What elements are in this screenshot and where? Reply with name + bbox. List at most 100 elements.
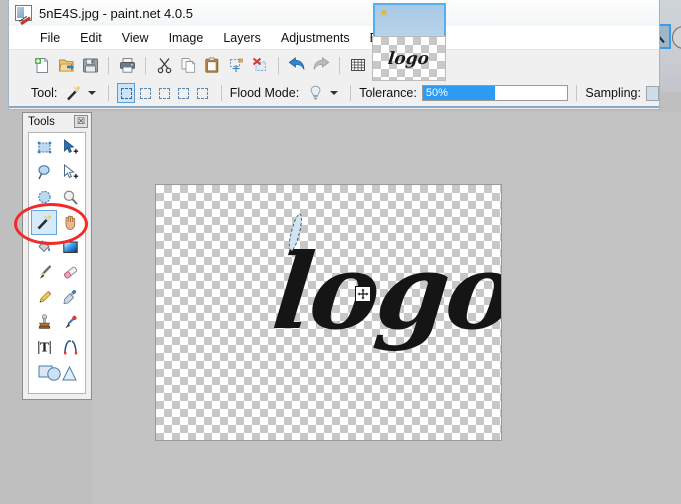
open-file-icon xyxy=(58,57,75,74)
options-separator xyxy=(576,85,577,101)
ellipse-select-icon xyxy=(36,189,53,206)
crop-icon xyxy=(228,57,245,74)
menu-layers[interactable]: Layers xyxy=(214,29,270,47)
flood-mode-button[interactable] xyxy=(304,82,326,104)
star-icon: ★ xyxy=(379,8,389,19)
window-title: 5nE4S.jpg - paint.net 4.0.5 xyxy=(39,6,193,21)
menu-adjustments[interactable]: Adjustments xyxy=(272,29,359,47)
tool-recolor[interactable] xyxy=(57,310,83,335)
print-icon xyxy=(119,57,136,74)
tool-clone-stamp[interactable] xyxy=(31,310,57,335)
close-icon[interactable]: ☒ xyxy=(74,115,88,128)
save-file-icon xyxy=(82,57,99,74)
zoom-magnifier-icon xyxy=(62,189,79,206)
tool-magic-wand[interactable] xyxy=(31,210,57,235)
text-tool-icon: T xyxy=(36,339,53,356)
tools-panel-titlebar: Tools ☒ xyxy=(23,113,91,130)
undo-icon xyxy=(288,57,306,74)
menu-image[interactable]: Image xyxy=(160,29,213,47)
deselect-icon xyxy=(252,57,269,74)
options-separator xyxy=(108,85,109,101)
tool-line-curve[interactable] xyxy=(57,335,83,360)
tool-move-selected[interactable] xyxy=(57,135,83,160)
tool-gradient[interactable] xyxy=(57,235,83,260)
paintnet-window: 5nE4S.jpg - paint.net 4.0.5 File Edit Vi… xyxy=(8,0,660,110)
open-file-button[interactable] xyxy=(55,54,77,76)
new-file-icon xyxy=(34,57,51,74)
tools-panel: Tools ☒ xyxy=(22,112,92,400)
flood-mode-dropdown-arrow[interactable] xyxy=(330,91,338,95)
hand-pan-icon xyxy=(62,214,79,231)
new-file-button[interactable] xyxy=(31,54,53,76)
tool-color-picker[interactable] xyxy=(57,285,83,310)
tolerance-label: Tolerance: xyxy=(359,86,417,100)
tolerance-slider[interactable]: 50% xyxy=(422,85,568,101)
screen-root: 5nE4S.jpg - paint.net 4.0.5 File Edit Vi… xyxy=(0,0,681,504)
tool-paint-bucket[interactable] xyxy=(31,235,57,260)
selection-mode-intersect[interactable] xyxy=(194,83,211,103)
logo-artwork: logo xyxy=(269,240,502,344)
tool-zoom[interactable] xyxy=(57,185,83,210)
thumbnail-image[interactable]: logo xyxy=(372,36,446,81)
tool-eraser[interactable] xyxy=(57,260,83,285)
lasso-select-icon xyxy=(36,164,53,181)
color-picker-icon xyxy=(62,289,79,306)
print-button[interactable] xyxy=(116,54,138,76)
sampling-mode-button[interactable] xyxy=(646,86,659,101)
move-selected-icon xyxy=(62,139,79,156)
selection-mode-exclude[interactable] xyxy=(156,83,173,103)
paste-button[interactable] xyxy=(201,54,223,76)
menu-file[interactable]: File xyxy=(31,29,69,47)
tool-options-bar: Tool: Flood Mode: xyxy=(9,80,659,108)
toolbar-separator xyxy=(108,57,109,74)
tool-ellipse-select[interactable] xyxy=(31,185,57,210)
current-tool-button[interactable] xyxy=(62,82,84,104)
selection-mode-replace[interactable] xyxy=(117,83,134,103)
canvas-area[interactable]: logo xyxy=(92,112,681,504)
crop-to-selection-button[interactable] xyxy=(225,54,247,76)
move-cursor-icon xyxy=(357,288,369,300)
sampling-label: Sampling: xyxy=(585,86,641,100)
recolor-icon xyxy=(62,314,79,331)
main-toolbar xyxy=(9,50,659,80)
flood-mode-label: Flood Mode: xyxy=(230,86,299,100)
tool-dropdown-arrow[interactable] xyxy=(88,91,96,95)
tolerance-value: 50% xyxy=(426,86,448,100)
move-cursor xyxy=(355,286,371,302)
grid-button[interactable] xyxy=(347,54,369,76)
options-separator xyxy=(221,85,222,101)
cut-button[interactable] xyxy=(153,54,175,76)
tool-label: Tool: xyxy=(31,86,57,100)
shapes-icon xyxy=(37,364,77,382)
menu-view[interactable]: View xyxy=(113,29,158,47)
paintbrush-icon xyxy=(36,264,53,281)
toolbar-separator xyxy=(339,57,340,74)
image-canvas[interactable]: logo xyxy=(155,184,502,441)
line-curve-icon xyxy=(62,339,79,356)
selection-mode-xor[interactable] xyxy=(175,83,192,103)
tool-text[interactable]: T xyxy=(31,335,57,360)
menu-edit[interactable]: Edit xyxy=(71,29,111,47)
undo-button[interactable] xyxy=(286,54,308,76)
save-file-button[interactable] xyxy=(79,54,101,76)
tool-lasso-select[interactable] xyxy=(31,160,57,185)
move-selection-icon xyxy=(62,164,79,181)
rectangle-select-icon xyxy=(36,139,53,156)
tool-move-selection[interactable] xyxy=(57,160,83,185)
tools-grid: T xyxy=(28,132,86,394)
magic-wand-icon xyxy=(65,85,82,102)
tool-pencil[interactable] xyxy=(31,285,57,310)
redo-icon xyxy=(312,57,330,74)
copy-icon xyxy=(180,57,197,74)
selection-mode-union[interactable] xyxy=(137,83,154,103)
redo-button[interactable] xyxy=(310,54,332,76)
copy-button[interactable] xyxy=(177,54,199,76)
clone-stamp-icon xyxy=(36,314,53,331)
tool-rectangle-select[interactable] xyxy=(31,135,57,160)
tool-shapes[interactable] xyxy=(31,360,83,385)
tool-pan[interactable] xyxy=(57,210,83,235)
deselect-all-button[interactable] xyxy=(249,54,271,76)
tool-paintbrush[interactable] xyxy=(31,260,57,285)
lightbulb-icon xyxy=(308,85,323,101)
gradient-icon xyxy=(62,239,79,256)
